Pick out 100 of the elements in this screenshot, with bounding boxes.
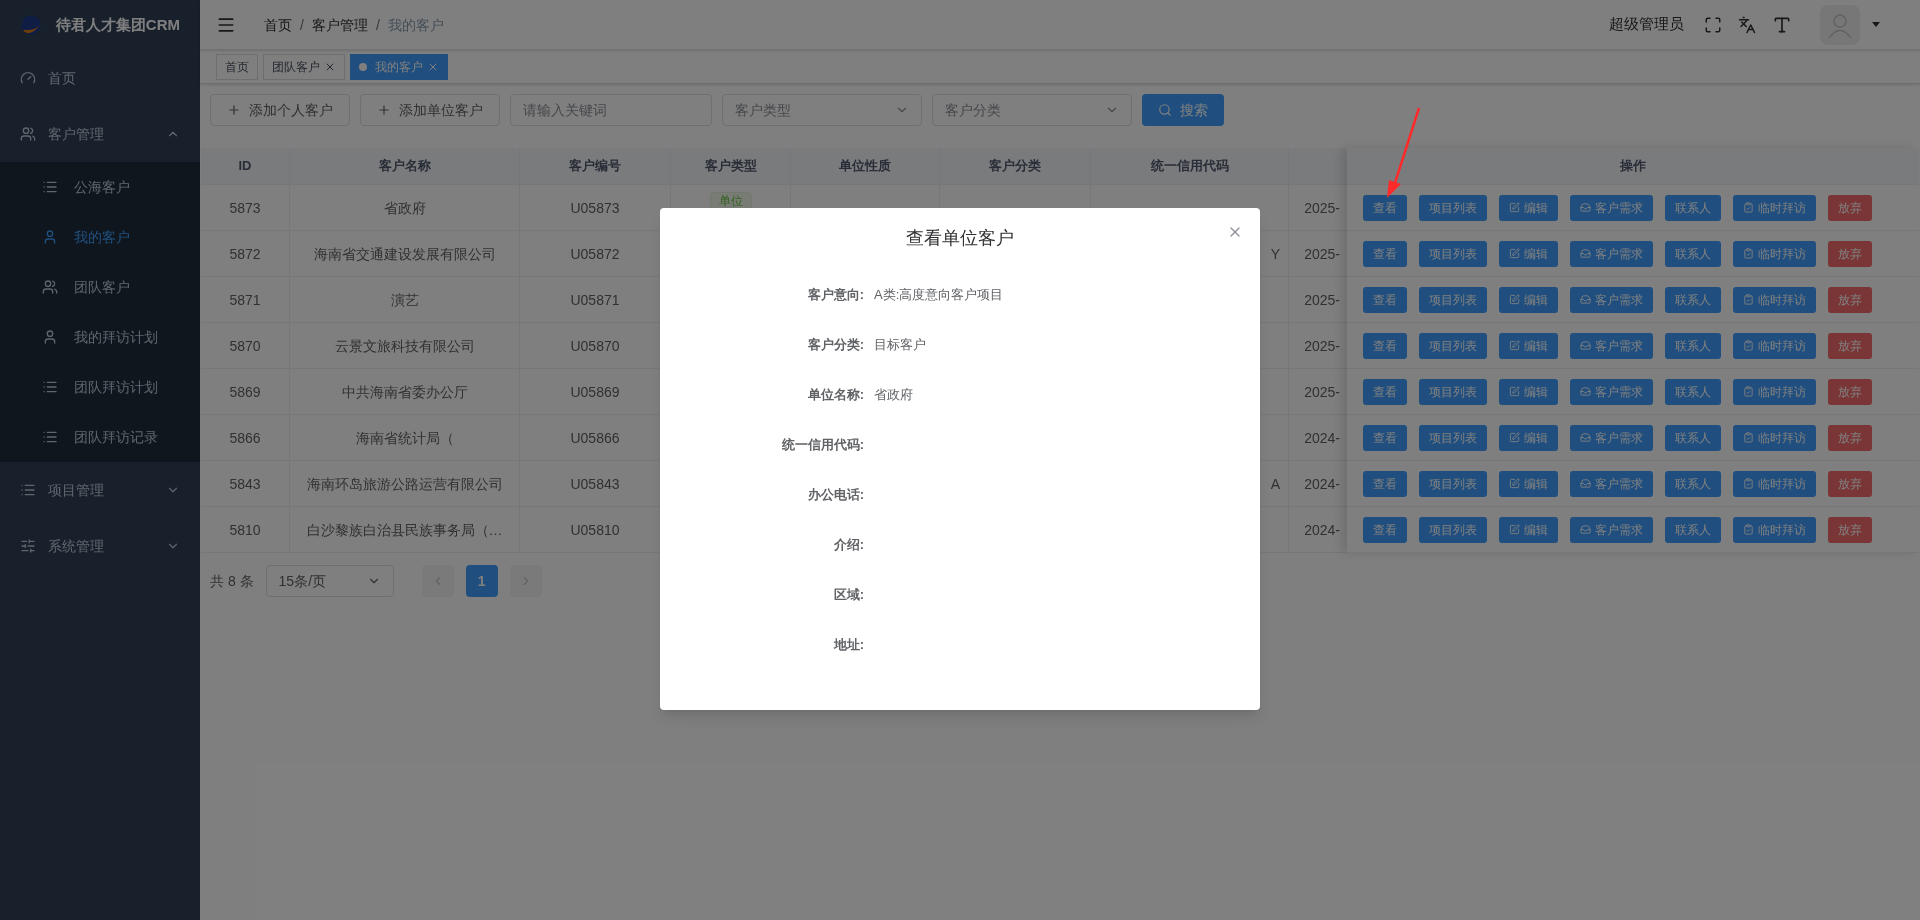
- inbox-icon: [1580, 432, 1591, 443]
- sidebar-subitem[interactable]: 我的客户: [0, 212, 200, 262]
- action-button[interactable]: 客户需求: [1570, 286, 1653, 313]
- action-button[interactable]: 客户需求: [1570, 470, 1653, 497]
- sidebar-subitem[interactable]: 我的拜访计划: [0, 312, 200, 362]
- page-number[interactable]: 1: [465, 565, 498, 597]
- action-button[interactable]: 联系人: [1665, 240, 1721, 267]
- action-button[interactable]: 联系人: [1665, 332, 1721, 359]
- action-button[interactable]: 项目列表: [1419, 332, 1487, 359]
- sidebar-item[interactable]: 项目管理: [0, 462, 200, 518]
- breadcrumb-link[interactable]: 首页: [264, 14, 292, 35]
- action-button[interactable]: 查看: [1363, 516, 1407, 543]
- action-button[interactable]: 项目列表: [1419, 470, 1487, 497]
- search-button[interactable]: 搜索: [1142, 94, 1224, 126]
- action-button[interactable]: 临时拜访: [1733, 378, 1816, 405]
- field-label: 单位名称:: [806, 386, 865, 405]
- column-header: 单位性质: [839, 157, 891, 176]
- action-button[interactable]: 放弃: [1828, 286, 1872, 313]
- action-button[interactable]: 联系人: [1665, 194, 1721, 221]
- field-label: 客户分类:: [806, 336, 865, 355]
- page-tab[interactable]: 我的客户: [350, 53, 448, 80]
- action-button[interactable]: 项目列表: [1419, 194, 1487, 221]
- action-button[interactable]: 查看: [1363, 470, 1407, 497]
- action-button[interactable]: 临时拜访: [1733, 240, 1816, 267]
- action-button[interactable]: 临时拜访: [1733, 194, 1816, 221]
- table-cell-text: 中共海南省委办公厅: [341, 382, 468, 402]
- sidebar-item[interactable]: 客户管理: [0, 106, 200, 162]
- action-button[interactable]: 临时拜访: [1733, 470, 1816, 497]
- sidebar-subitem[interactable]: 团队拜访计划: [0, 362, 200, 412]
- action-button[interactable]: 联系人: [1665, 378, 1721, 405]
- action-button[interactable]: 放弃: [1828, 240, 1872, 267]
- action-button[interactable]: 项目列表: [1419, 286, 1487, 313]
- action-button[interactable]: 编辑: [1499, 286, 1558, 313]
- action-button[interactable]: 项目列表: [1419, 240, 1487, 267]
- action-button[interactable]: 放弃: [1828, 424, 1872, 451]
- table-cell-text: 5843: [229, 474, 261, 494]
- field-value: 省政府: [874, 386, 913, 405]
- sidebar-subitem[interactable]: 团队拜访记录: [0, 412, 200, 462]
- action-button[interactable]: 临时拜访: [1733, 332, 1816, 359]
- page-size-select[interactable]: 15条/页: [265, 565, 394, 597]
- field-label: 办公电话:: [806, 486, 865, 505]
- action-button[interactable]: 编辑: [1499, 516, 1558, 543]
- action-button[interactable]: 查看: [1363, 378, 1407, 405]
- breadcrumb-link[interactable]: 客户管理: [311, 14, 368, 35]
- action-button[interactable]: 联系人: [1665, 286, 1721, 313]
- action-button[interactable]: 联系人: [1665, 424, 1721, 451]
- action-button[interactable]: 临时拜访: [1733, 516, 1816, 543]
- action-button[interactable]: 联系人: [1665, 470, 1721, 497]
- sidebar-subitem[interactable]: 公海客户: [0, 162, 200, 212]
- action-button[interactable]: 编辑: [1499, 240, 1558, 267]
- action-button[interactable]: 编辑: [1499, 378, 1558, 405]
- edit-icon: [1509, 524, 1520, 535]
- action-button[interactable]: 查看: [1363, 240, 1407, 267]
- action-button[interactable]: 客户需求: [1570, 516, 1653, 543]
- table-cell-text: U05866: [570, 428, 620, 448]
- sidebar-subitem[interactable]: 团队客户: [0, 262, 200, 312]
- action-button[interactable]: 编辑: [1499, 194, 1558, 221]
- table-cell-text: A: [1270, 474, 1280, 494]
- user-name: 超级管理员: [1609, 14, 1684, 35]
- action-button[interactable]: 客户需求: [1570, 424, 1653, 451]
- action-button[interactable]: 客户需求: [1570, 240, 1653, 267]
- action-button[interactable]: 放弃: [1828, 332, 1872, 359]
- action-button[interactable]: 查看: [1363, 194, 1407, 221]
- action-button[interactable]: 编辑: [1499, 332, 1558, 359]
- table-cell-text: 5872: [229, 244, 261, 264]
- action-button[interactable]: 项目列表: [1419, 516, 1487, 543]
- translate-icon[interactable]: [1738, 15, 1756, 34]
- action-button[interactable]: 项目列表: [1419, 424, 1487, 451]
- add-button[interactable]: 添加单位客户: [360, 94, 500, 126]
- add-button[interactable]: 添加个人客户: [210, 94, 350, 126]
- column-header: 统一信用代码: [1150, 157, 1229, 176]
- sidebar-item[interactable]: 系统管理: [0, 518, 200, 574]
- page-tab[interactable]: 团队客户: [263, 53, 345, 80]
- action-button[interactable]: 查看: [1363, 286, 1407, 313]
- inbox-icon: [1580, 340, 1591, 351]
- action-button[interactable]: 编辑: [1499, 424, 1558, 451]
- page-tab[interactable]: 首页: [216, 53, 258, 80]
- action-button[interactable]: 项目列表: [1419, 378, 1487, 405]
- action-button[interactable]: 放弃: [1828, 194, 1872, 221]
- action-button[interactable]: 客户需求: [1570, 194, 1653, 221]
- inbox-icon: [1580, 478, 1591, 489]
- sidebar-item[interactable]: 首页: [0, 50, 200, 106]
- action-button[interactable]: 放弃: [1828, 378, 1872, 405]
- fullscreen-icon[interactable]: [1704, 15, 1722, 34]
- action-button[interactable]: 放弃: [1828, 516, 1872, 543]
- action-button[interactable]: 临时拜访: [1733, 286, 1816, 313]
- action-button[interactable]: 客户需求: [1570, 378, 1653, 405]
- action-button[interactable]: 联系人: [1665, 516, 1721, 543]
- action-button[interactable]: 临时拜访: [1733, 424, 1816, 451]
- action-button[interactable]: 查看: [1363, 424, 1407, 451]
- action-button[interactable]: 查看: [1363, 332, 1407, 359]
- caret-icon[interactable]: [1872, 22, 1880, 27]
- action-button[interactable]: 编辑: [1499, 470, 1558, 497]
- table-cell-text: 5871: [229, 290, 261, 310]
- action-button[interactable]: 放弃: [1828, 470, 1872, 497]
- action-button[interactable]: 客户需求: [1570, 332, 1653, 359]
- table-cell-text: 5870: [229, 336, 261, 356]
- table-cell-text: 2025-: [1304, 336, 1340, 356]
- table-cell-text: 2025-: [1304, 198, 1340, 218]
- user-icon: [42, 229, 58, 245]
